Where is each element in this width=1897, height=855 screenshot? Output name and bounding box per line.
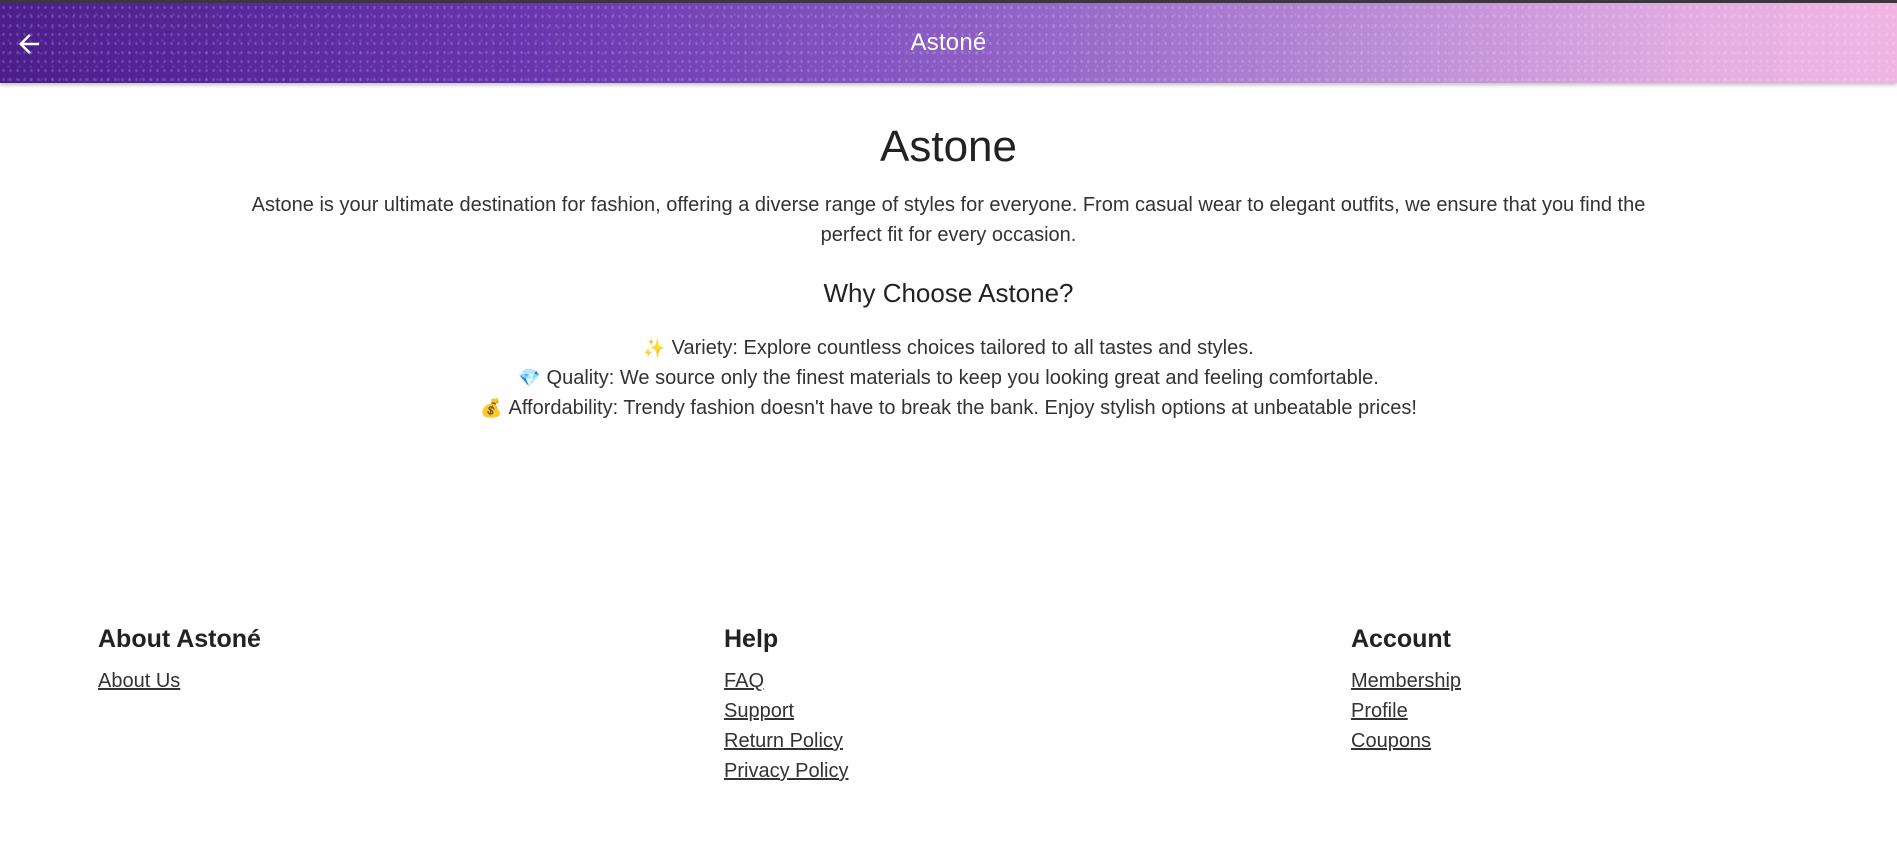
footer-link-return-policy[interactable]: Return Policy [724, 730, 843, 752]
feature-item-quality: 💎 Quality: We source only the finest mate… [0, 363, 1897, 393]
footer-link-membership[interactable]: Membership [1351, 670, 1461, 692]
feature-list: ✨ Variety: Explore countless choices tail… [0, 333, 1897, 423]
why-choose-heading: Why Choose Astone? [823, 277, 1074, 308]
footer-links-account: Membership Profile Coupons [1351, 666, 1751, 756]
footer-heading-account: Account [1351, 625, 1451, 653]
footer-heading-help: Help [724, 625, 779, 653]
footer-link-about-us[interactable]: About Us [98, 670, 180, 692]
footer-link-coupons[interactable]: Coupons [1351, 730, 1431, 752]
main-content: Astone Astone is your ultimate destinati… [0, 83, 1897, 423]
footer-links-about: About Us [98, 666, 498, 696]
sparkles-icon: ✨ [643, 337, 666, 358]
intro-paragraph: Astone is your ultimate destination for … [251, 193, 1646, 246]
feature-text: Variety: Explore countless choices tailo… [671, 336, 1254, 359]
feature-text: Quality: We source only the finest mater… [546, 366, 1379, 389]
page-title: Astone [880, 122, 1017, 171]
footer: About Astoné About Us Help FAQ Support R… [0, 620, 1897, 820]
gem-icon: 💎 [518, 367, 541, 388]
app-bar-title: Astoné [910, 29, 987, 56]
footer-column-about: About Astoné About Us [98, 620, 498, 696]
footer-heading-about: About Astoné [98, 625, 261, 653]
money-bag-icon: 💰 [480, 397, 503, 418]
footer-link-profile[interactable]: Profile [1351, 700, 1408, 722]
app-bar: Astoné [0, 3, 1897, 83]
footer-link-support[interactable]: Support [724, 700, 794, 722]
feature-item-affordability: 💰 Affordability: Trendy fashion doesn't h… [0, 393, 1897, 423]
footer-column-account: Account Membership Profile Coupons [1351, 620, 1751, 756]
feature-text: Affordability: Trendy fashion doesn't ha… [508, 396, 1417, 419]
footer-link-faq[interactable]: FAQ [724, 670, 764, 692]
footer-links-help: FAQ Support Return Policy Privacy Policy [724, 666, 1124, 786]
footer-link-privacy-policy[interactable]: Privacy Policy [724, 760, 848, 782]
feature-item-variety: ✨ Variety: Explore countless choices tail… [0, 333, 1897, 363]
footer-column-help: Help FAQ Support Return Policy Privacy P… [724, 620, 1124, 786]
